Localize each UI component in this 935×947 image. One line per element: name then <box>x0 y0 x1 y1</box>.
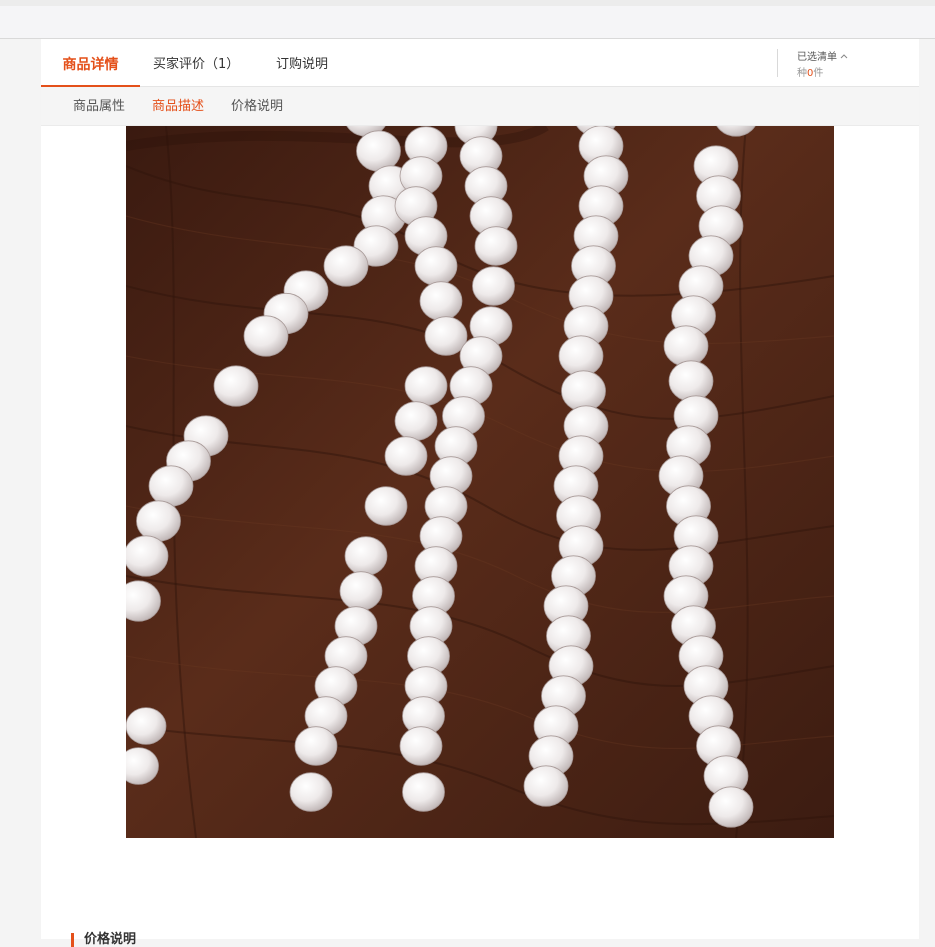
pearl <box>243 315 289 357</box>
pearl <box>136 500 181 542</box>
detail-panel: 商品详情 买家评价（1） 订购说明 已选清单 种0件 商品属性 商品描述 价格说… <box>41 39 919 947</box>
pearl <box>364 486 408 526</box>
pearl <box>708 786 754 828</box>
pearl <box>399 726 443 766</box>
pearl <box>294 726 338 766</box>
tab-ordering-notes[interactable]: 订购说明 <box>276 39 328 87</box>
pearl <box>663 325 709 367</box>
pearl <box>148 465 194 507</box>
pearl <box>424 316 468 356</box>
top-band-shade <box>0 0 935 6</box>
chevron-up-icon <box>840 54 848 59</box>
subtab-price-notes[interactable]: 价格说明 <box>231 87 283 126</box>
pearl <box>558 335 604 377</box>
selected-list-label: 已选清单 <box>797 52 837 63</box>
pearl <box>414 246 458 286</box>
selected-count-prefix: 种 <box>797 68 807 79</box>
pearl <box>213 365 259 407</box>
pearl <box>474 226 518 266</box>
pearl <box>289 772 333 812</box>
pearl <box>561 370 606 412</box>
tab-buyer-reviews[interactable]: 买家评价（1） <box>153 39 239 87</box>
pearl <box>356 130 401 172</box>
pearl <box>402 772 445 812</box>
pearl <box>126 535 169 577</box>
selected-count-suffix: 件 <box>813 68 824 79</box>
product-photo <box>126 126 834 838</box>
tab-product-details[interactable]: 商品详情 <box>41 39 140 87</box>
pearl <box>523 765 569 807</box>
pearl-strands-image <box>126 126 834 838</box>
subtab-product-attributes[interactable]: 商品属性 <box>73 87 125 126</box>
pearl <box>472 266 515 306</box>
selected-list-toggle[interactable]: 已选清单 <box>797 48 848 63</box>
pearl <box>384 436 428 476</box>
price-notes-heading: 价格说明 <box>71 933 136 947</box>
pearl <box>394 401 438 441</box>
top-band <box>0 0 935 39</box>
detail-subtab-bar: 商品属性 商品描述 价格说明 <box>41 87 919 126</box>
pearl <box>126 707 167 745</box>
selected-count: 种0件 <box>797 64 823 79</box>
pearl <box>339 571 383 611</box>
cart-divider <box>777 49 778 77</box>
pearl <box>344 536 388 576</box>
detail-tab-bar: 商品详情 买家评价（1） 订购说明 已选清单 种0件 <box>41 39 919 87</box>
pearl <box>323 245 369 287</box>
subtab-product-description[interactable]: 商品描述 <box>152 87 204 126</box>
pearl <box>668 360 714 402</box>
pearl <box>419 281 463 321</box>
pearl <box>404 366 448 406</box>
